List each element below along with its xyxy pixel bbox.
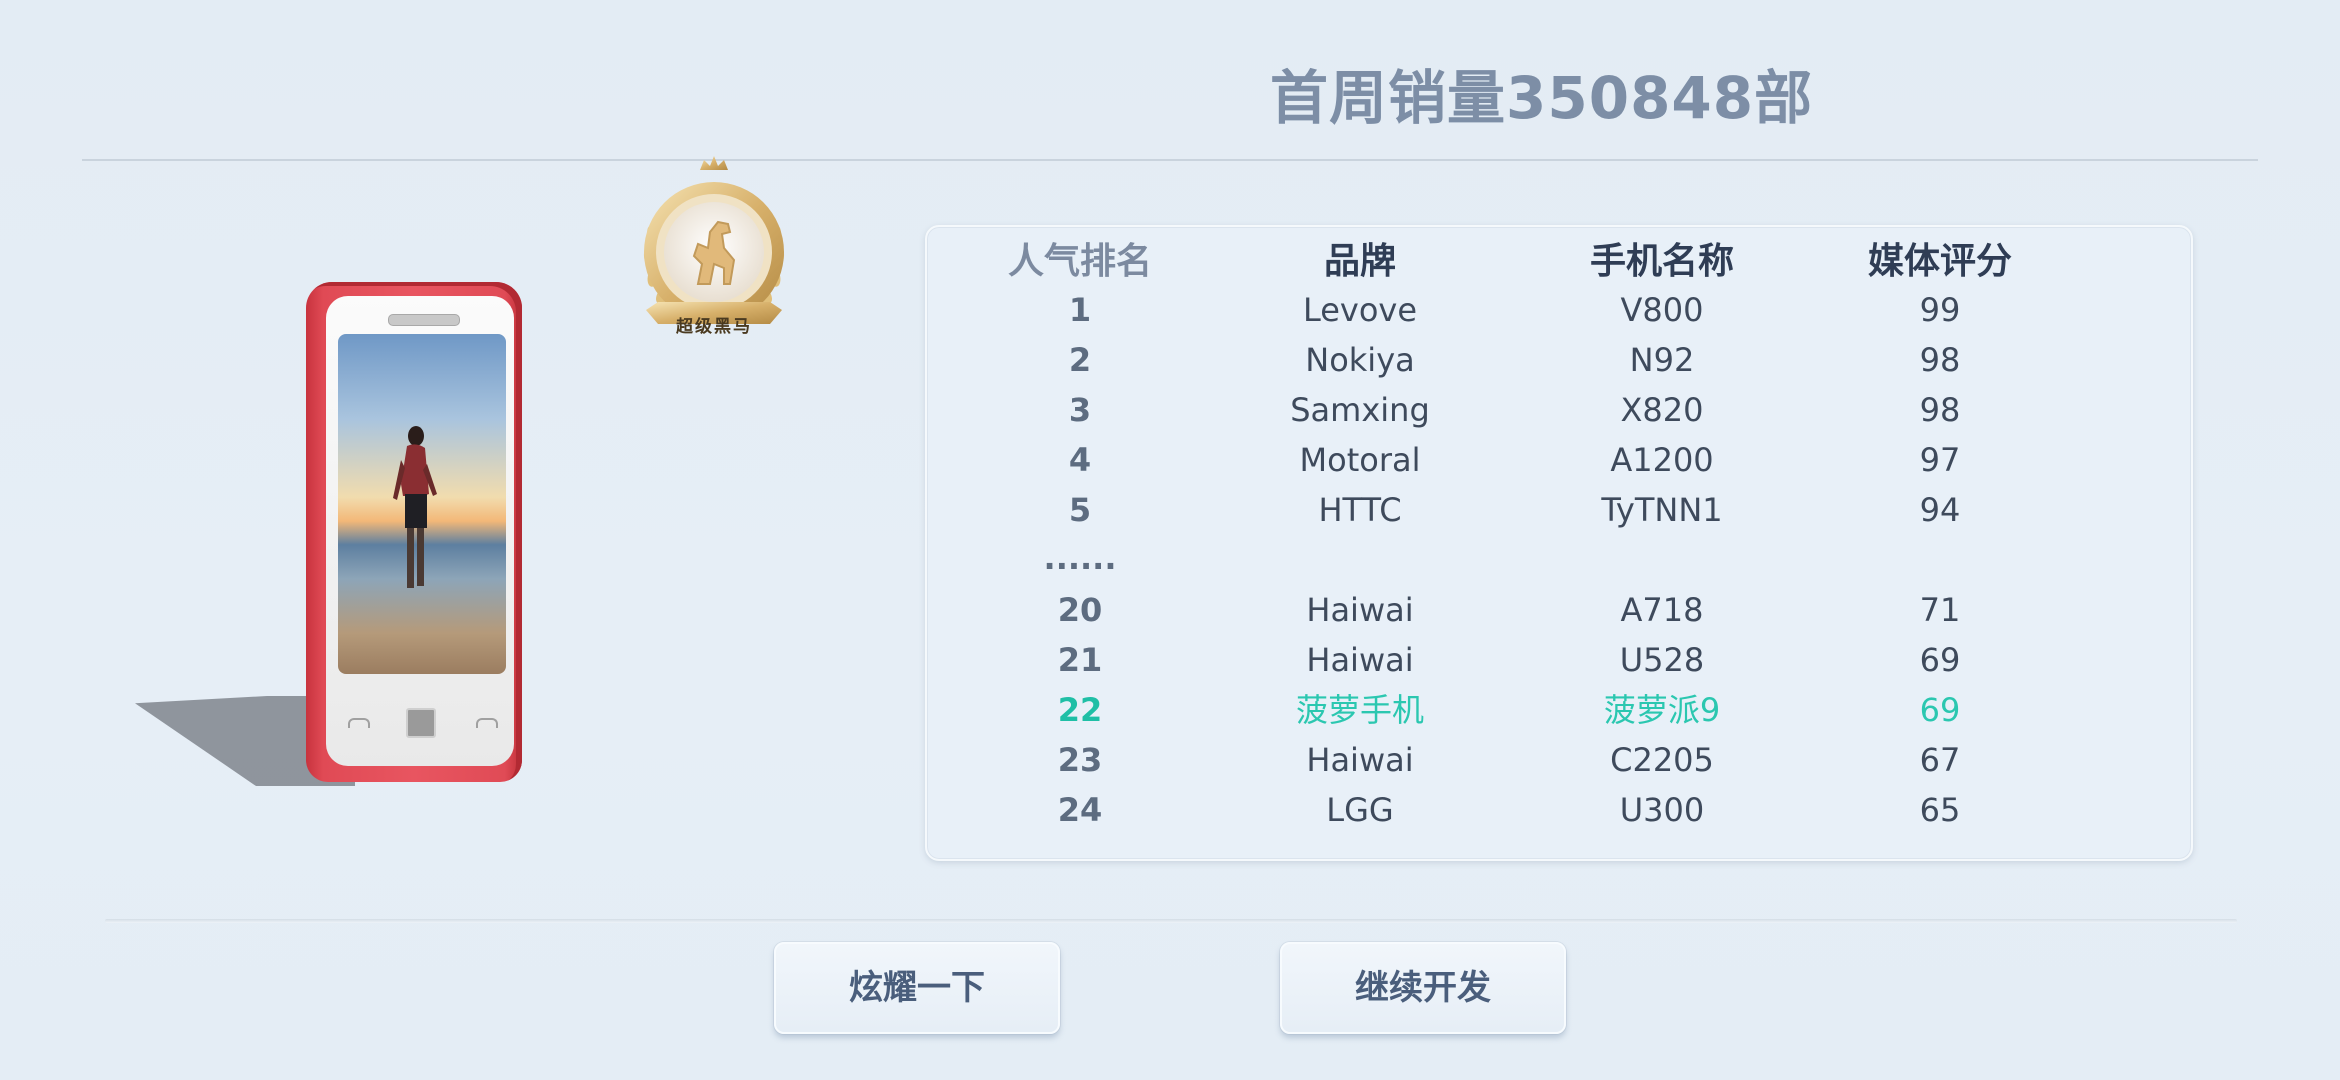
brand-cell: HTTC (1318, 491, 1402, 529)
model-cell: C2205 (1610, 741, 1714, 779)
phone-screen-image (338, 334, 506, 674)
score-cell: 71 (1919, 591, 1961, 629)
score-cell: 97 (1919, 441, 1961, 479)
model-cell: A718 (1620, 591, 1704, 629)
menu-key-icon (476, 718, 498, 728)
brand-cell: LGG (1326, 791, 1394, 829)
continue-development-button[interactable]: 继续开发 (1280, 942, 1566, 1034)
table-row: 23 Haiwai C2205 67 (927, 735, 2191, 785)
score-cell: 94 (1919, 491, 1961, 529)
score-cell: 98 (1919, 341, 1961, 379)
brand-cell: Nokiya (1305, 341, 1415, 379)
table-row: 5 HTTC TyTNN1 94 (927, 485, 2191, 535)
brand-cell: 菠萝手机 (1295, 691, 1424, 729)
brand-cell: Levove (1302, 291, 1418, 329)
score-cell: 69 (1919, 691, 1961, 729)
model-cell: TyTNN1 (1601, 491, 1723, 529)
table-row: 1 Levove V800 99 (927, 285, 2191, 335)
column-header-model: 手机名称 (1589, 241, 1734, 282)
person-silhouette-icon (393, 426, 437, 588)
score-cell: 65 (1919, 791, 1961, 829)
phone-face (326, 296, 514, 766)
phone-speaker (388, 314, 460, 326)
top-divider (82, 159, 2258, 161)
back-key-icon (348, 718, 370, 728)
score-cell: 67 (1919, 741, 1961, 779)
rank-cell: 3 (1068, 391, 1092, 429)
brand-cell: Haiwai (1306, 741, 1414, 779)
dark-horse-badge: 超级黑马 (618, 152, 810, 352)
score-cell: 98 (1919, 391, 1961, 429)
rank-cell: 24 (1057, 791, 1103, 829)
column-header-rank: 人气排名 (1007, 241, 1152, 282)
column-header-score: 媒体评分 (1867, 241, 2012, 282)
brand-cell: Haiwai (1306, 641, 1414, 679)
page-title: 首周销量350848部 (1270, 64, 1814, 132)
table-ellipsis-row: ...... (927, 533, 2191, 583)
column-header-brand: 品牌 (1323, 241, 1396, 282)
model-cell: X820 (1620, 391, 1704, 429)
table-row: 3 Samxing X820 98 (927, 385, 2191, 435)
ellipsis: ...... (1043, 539, 1117, 577)
bottom-divider (105, 919, 2237, 923)
table-row-highlighted: 22 菠萝手机 菠萝派9 69 (927, 685, 2191, 735)
brand-cell: Motoral (1299, 441, 1421, 479)
model-cell: 菠萝派9 (1603, 691, 1721, 729)
rank-cell: 5 (1068, 491, 1092, 529)
rank-cell: 22 (1057, 691, 1103, 729)
table-row: 21 Haiwai U528 69 (927, 635, 2191, 685)
score-cell: 69 (1919, 641, 1961, 679)
rank-cell: 20 (1057, 591, 1103, 629)
phone-illustration (306, 282, 522, 782)
home-button-icon (406, 708, 436, 738)
rank-cell: 1 (1068, 291, 1092, 329)
table-row: 4 Motoral A1200 97 (927, 435, 2191, 485)
table-row: 2 Nokiya N92 98 (927, 335, 2191, 385)
show-off-button[interactable]: 炫耀一下 (774, 942, 1060, 1034)
model-cell: A1200 (1610, 441, 1714, 479)
rank-cell: 23 (1057, 741, 1103, 779)
model-cell: N92 (1629, 341, 1695, 379)
model-cell: U528 (1619, 641, 1705, 679)
rank-cell: 21 (1057, 641, 1103, 679)
model-cell: U300 (1619, 791, 1705, 829)
table-header: 人气排名 品牌 手机名称 媒体评分 (927, 237, 2191, 287)
ranking-panel: 人气排名 品牌 手机名称 媒体评分 1 Levove V800 99 2 Nok… (925, 225, 2193, 861)
model-cell: V800 (1620, 291, 1704, 329)
brand-cell: Samxing (1290, 391, 1430, 429)
rank-cell: 4 (1068, 441, 1092, 479)
rank-cell: 2 (1068, 341, 1092, 379)
table-row: 20 Haiwai A718 71 (927, 585, 2191, 635)
table-row: 24 LGG U300 65 (927, 785, 2191, 835)
score-cell: 99 (1919, 291, 1961, 329)
badge-label: 超级黑马 (676, 317, 752, 337)
brand-cell: Haiwai (1306, 591, 1414, 629)
